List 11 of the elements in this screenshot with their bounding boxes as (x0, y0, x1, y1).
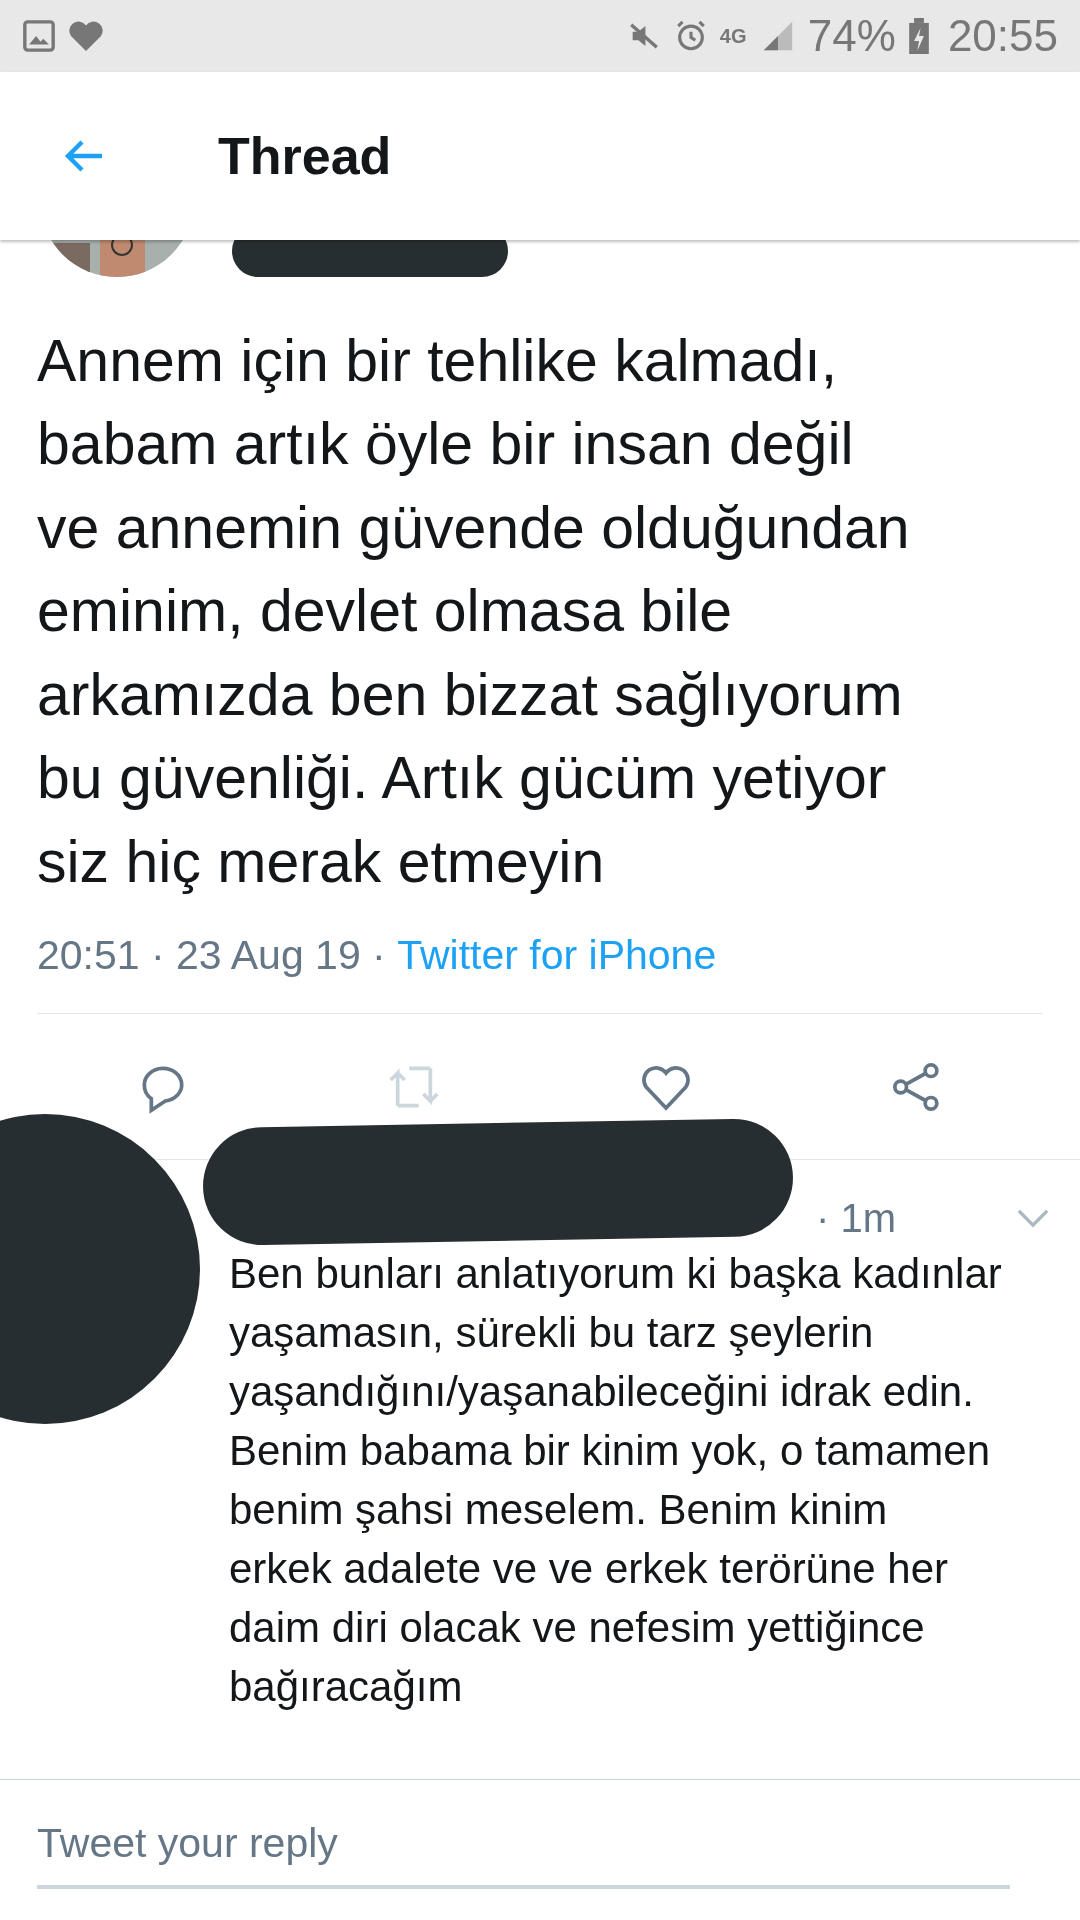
battery-percent: 74% (807, 10, 896, 61)
tweet-text: Annem için bir tehlike kalmadı, babam artık öyle bir insan değil ve annemin güvende olduğundan eminim, devlet olmasa bile arkamızda ben bizzat sağlıyorum bu güvenliği. Artık gücüm yetiyor siz hiç merak etmeyin (37, 326, 911, 897)
reply-time: · 1m (816, 1195, 896, 1241)
page-title: Thread (218, 125, 392, 186)
status-time: 20:55 (947, 10, 1058, 61)
network-type: 4G (719, 25, 748, 46)
reply-text: Ben bunları anlatıyorum ki başka kadınlar yaşamasın, sürekli bu tarz şeylerin yaşandığını/yaşanabileceğini idrak edin. Benim babama bir kinim yok, o tamamen benim şahsi meselem. Benim kinim erkek adalete ve ve erkek terörüne her daim diri olacak ve nefesim yettiğince bağıracağım (229, 1249, 1003, 1712)
image-icon (22, 18, 56, 53)
tweet-timestamp: 20:51 · 23 Aug 19 · (37, 932, 386, 979)
battery-icon (907, 17, 930, 54)
source-link[interactable]: Twitter for iPhone (397, 932, 717, 979)
